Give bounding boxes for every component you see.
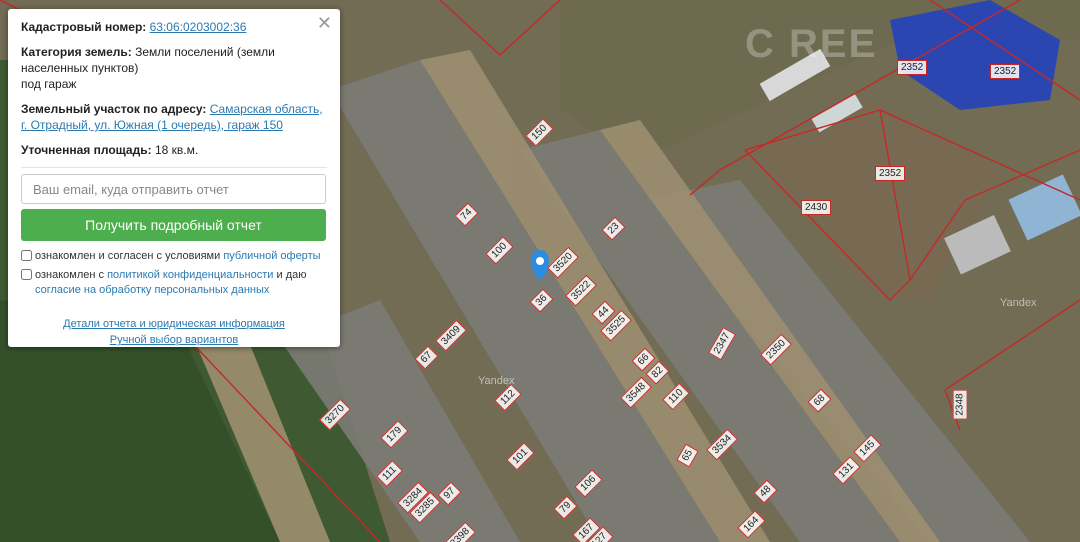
cadastral-label: Кадастровый номер: [21, 20, 147, 34]
yandex-watermark-2: Yandex [478, 375, 515, 387]
address-label: Земельный участок по адресу: [21, 102, 207, 116]
consent-offer-checkbox[interactable] [21, 250, 32, 261]
divider [21, 167, 327, 168]
consent-privacy-checkbox[interactable] [21, 269, 32, 280]
consent-privacy-text-a: ознакомлен с [35, 269, 105, 281]
close-icon[interactable]: ✕ [317, 13, 332, 33]
cadastral-row: Кадастровый номер: 63:06:0203002:36 [21, 19, 327, 35]
get-report-button[interactable]: Получить подробный отчет [21, 209, 326, 241]
consent-offer: ознакомлен и согласен с условиями публич… [21, 249, 327, 264]
parcel-label[interactable]: 2352 [990, 64, 1021, 79]
footer-links: Детали отчета и юридическая информация Р… [21, 316, 327, 348]
parcel-info-popup: ✕ Кадастровый номер: 63:06:0203002:36 Ка… [8, 9, 340, 347]
consent-offer-text: ознакомлен и согласен с условиями [35, 250, 221, 262]
usage-value: под гараж [21, 77, 77, 91]
area-row: Уточненная площадь: 18 кв.м. [21, 142, 327, 158]
cadastral-number-link[interactable]: 63:06:0203002:36 [150, 20, 247, 34]
email-input[interactable] [21, 174, 326, 204]
parcel-label[interactable]: 2348 [952, 389, 968, 420]
report-details-link[interactable]: Детали отчета и юридическая информация [21, 316, 327, 332]
parcel-label[interactable]: 2352 [875, 166, 906, 181]
manual-selection-link[interactable]: Ручной выбор вариантов [21, 332, 327, 348]
category-label: Категория земель: [21, 45, 132, 59]
category-row: Категория земель: Земли поселений (земли… [21, 44, 327, 92]
data-processing-link[interactable]: согласие на обработку персональных данны… [35, 284, 269, 296]
parcel-label[interactable]: 2430 [801, 200, 832, 215]
parcel-label[interactable]: 2352 [897, 60, 928, 75]
address-row: Земельный участок по адресу: Самарская о… [21, 101, 327, 133]
area-label: Уточненная площадь: [21, 143, 152, 157]
brand-watermark: С REE [745, 22, 878, 66]
consent-privacy-text-b: и даю [276, 269, 307, 281]
privacy-policy-link[interactable]: политикой конфиденциальности [107, 269, 273, 281]
consent-privacy: ознакомлен с политикой конфиденциальност… [21, 268, 327, 298]
area-value: 18 кв.м. [154, 143, 199, 157]
public-offer-link[interactable]: публичной оферты [223, 250, 320, 262]
yandex-watermark: Yandex [1000, 297, 1037, 309]
